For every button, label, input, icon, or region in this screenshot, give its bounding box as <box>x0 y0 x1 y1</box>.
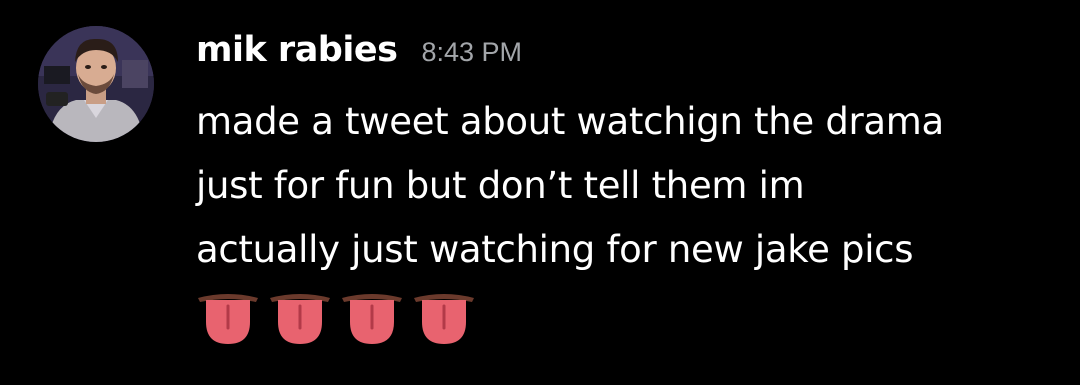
tongue-emoji-icon <box>270 294 330 344</box>
message-content: made a tweet about watchign the drama ju… <box>196 90 1056 282</box>
tongue-emoji-icon <box>342 294 402 344</box>
message-line-2: just for fun but don’t tell them im <box>196 164 805 207</box>
emoji-row <box>196 292 476 346</box>
message-header: mik rabies 8:43 PM <box>196 30 522 80</box>
avatar-image <box>38 26 154 142</box>
message-line-1: made a tweet about watchign the drama <box>196 100 944 143</box>
message-timestamp: 8:43 PM <box>421 37 522 67</box>
tongue-emoji-icon <box>414 294 474 344</box>
chat-message: mik rabies 8:43 PM made a tweet about wa… <box>0 0 1080 385</box>
tongue-emoji-icon <box>198 294 258 344</box>
message-line-3: actually just watching for new jake pics <box>196 228 914 271</box>
user-avatar[interactable] <box>38 26 154 142</box>
author-name[interactable]: mik rabies <box>196 30 398 70</box>
